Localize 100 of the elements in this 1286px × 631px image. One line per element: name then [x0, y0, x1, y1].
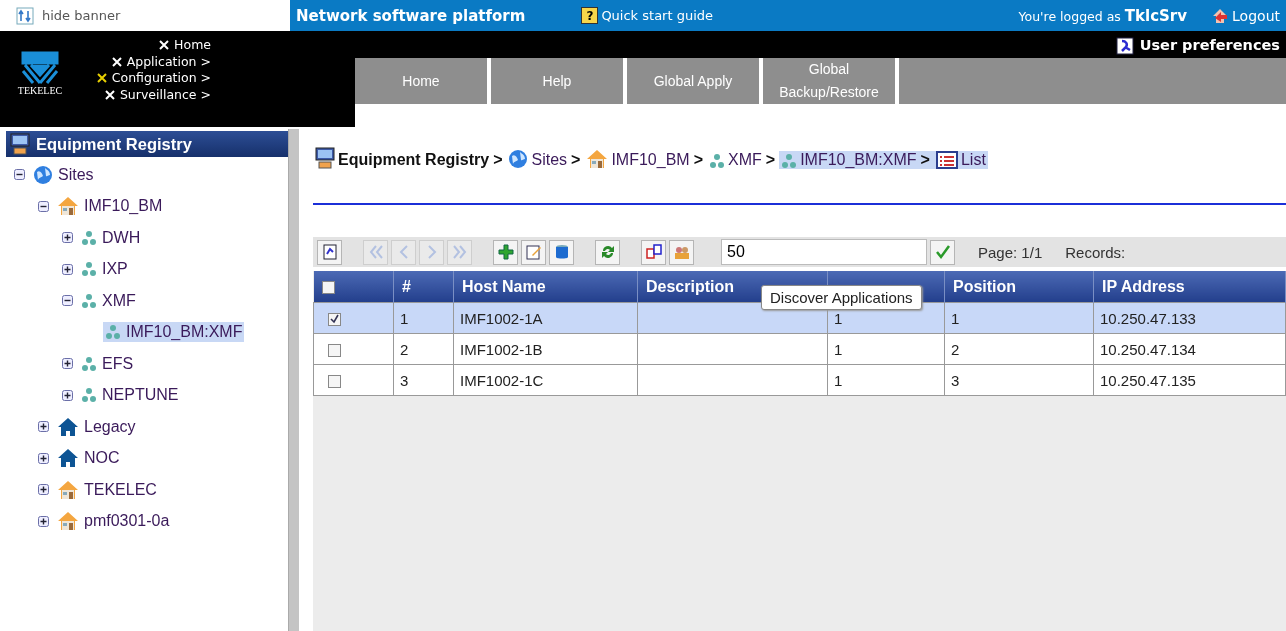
- quick-start-link[interactable]: ? Quick start guide: [581, 7, 714, 24]
- toolbar-button[interactable]: [521, 239, 546, 265]
- tree-item[interactable]: TEKELEC: [55, 478, 159, 501]
- preferences-icon: [1115, 34, 1134, 55]
- edit-icon: [525, 244, 542, 260]
- expand-icon[interactable]: [62, 263, 73, 275]
- apply-button[interactable]: [930, 239, 955, 265]
- banner-menu-item[interactable]: Configuration >: [96, 70, 211, 87]
- check-icon: [329, 314, 340, 326]
- house-icon: [57, 479, 79, 500]
- toolbar-button[interactable]: [669, 239, 694, 265]
- breadcrumb-item[interactable]: IMF10_BM:XMF: [779, 151, 919, 169]
- cluster-icon: [81, 387, 97, 404]
- hide-banner-link[interactable]: hide banner: [42, 8, 121, 23]
- tree-item[interactable]: EFS: [79, 353, 136, 374]
- refresh-icon: [599, 244, 616, 260]
- house-icon: [57, 511, 79, 532]
- expand-icon[interactable]: [38, 452, 49, 464]
- tree-item[interactable]: Legacy: [55, 415, 138, 438]
- toolbar-button[interactable]: [641, 239, 666, 265]
- house-icon: [57, 196, 79, 217]
- globe-icon: [33, 164, 53, 185]
- table-cell: 10.250.47.134: [1100, 340, 1196, 358]
- add-icon: [497, 244, 514, 260]
- table-cell: 1: [834, 340, 843, 358]
- collapse-icon[interactable]: [38, 200, 49, 212]
- checkbox[interactable]: [328, 344, 341, 358]
- collapse-icon[interactable]: [62, 295, 73, 307]
- last-page-icon: [451, 244, 468, 260]
- check-icon: [934, 244, 951, 260]
- breadcrumb-separator: >: [764, 151, 777, 169]
- first-page-icon: [367, 244, 384, 260]
- table-cell: 3: [400, 371, 409, 389]
- breadcrumb-separator: >: [692, 151, 704, 169]
- page-size-field[interactable]: 50: [721, 239, 927, 265]
- tree-item[interactable]: Sites: [31, 163, 96, 186]
- checkbox[interactable]: [328, 313, 341, 327]
- tree-item[interactable]: IXP: [79, 259, 130, 280]
- database-icon: [553, 244, 570, 260]
- toolbar-button[interactable]: [549, 239, 574, 265]
- table-cell: 2: [400, 340, 409, 358]
- banner-menu-item[interactable]: Home: [159, 37, 211, 54]
- logout-icon: [1211, 7, 1230, 24]
- logout-link[interactable]: Logout: [1211, 7, 1280, 24]
- checkbox[interactable]: [328, 375, 341, 389]
- cluster-icon: [81, 229, 97, 246]
- arrows-icon: [16, 6, 34, 25]
- people-icon: [673, 244, 690, 260]
- tree-item[interactable]: IMF10_BM:XMF: [103, 322, 245, 343]
- toolbar-button[interactable]: [493, 239, 518, 265]
- checkbox[interactable]: [321, 280, 335, 294]
- toolbar-button[interactable]: [317, 239, 342, 265]
- column-header[interactable]: #: [402, 277, 411, 295]
- expand-icon[interactable]: [38, 484, 49, 496]
- breadcrumb-item[interactable]: List: [933, 151, 988, 169]
- cluster-icon: [81, 355, 97, 372]
- table-cell: 1: [834, 309, 843, 327]
- house-icon: [586, 149, 609, 169]
- column-header[interactable]: Description: [646, 277, 734, 295]
- tree-item[interactable]: NOC: [55, 447, 122, 470]
- breadcrumb-item[interactable]: XMF: [707, 151, 764, 169]
- globe-icon: [508, 149, 529, 169]
- house-icon: [57, 448, 79, 469]
- toolbar-button[interactable]: [595, 239, 620, 265]
- cluster-icon: [81, 261, 97, 278]
- tooltip: Discover Applications: [761, 285, 922, 310]
- cluster-icon: [709, 153, 725, 169]
- breadcrumb-item[interactable]: Equipment Registry: [313, 147, 492, 169]
- logo-icon: [21, 51, 59, 85]
- expand-icon[interactable]: [38, 421, 49, 433]
- sidebar-title: Equipment Registry: [36, 134, 192, 154]
- table-cell: IMF1002-1C: [460, 371, 544, 389]
- table-cell: 2: [951, 340, 960, 358]
- table-cell: IMF1002-1B: [460, 340, 543, 358]
- table-cell: 1: [400, 309, 409, 327]
- expand-icon[interactable]: [38, 515, 49, 527]
- table-cell: 10.250.47.135: [1100, 371, 1196, 389]
- tree-item[interactable]: pmf0301-0a: [55, 510, 172, 533]
- table-cell: 3: [951, 371, 960, 389]
- tree-item[interactable]: IMF10_BM: [55, 195, 165, 218]
- expand-icon[interactable]: [62, 389, 73, 401]
- user-preferences-link[interactable]: User preferences: [1115, 34, 1280, 55]
- app-title: Network software platform: [296, 6, 526, 25]
- expand-icon[interactable]: [62, 358, 73, 370]
- table-cell: 1: [834, 371, 843, 389]
- tree-item[interactable]: NEPTUNE: [79, 385, 181, 406]
- table-cell: 1: [951, 309, 960, 327]
- tree-item[interactable]: XMF: [79, 290, 138, 311]
- breadcrumb-item[interactable]: Sites: [506, 149, 570, 169]
- breadcrumb-item[interactable]: IMF10_BM: [584, 149, 692, 169]
- banner-menu-item[interactable]: Surveillance >: [104, 86, 211, 103]
- collapse-icon[interactable]: [14, 169, 25, 181]
- scrollbar[interactable]: [288, 129, 299, 631]
- tree-item[interactable]: DWH: [79, 227, 143, 248]
- breadcrumb-separator: >: [492, 151, 504, 169]
- expand-icon[interactable]: [62, 232, 73, 244]
- cluster-icon: [105, 324, 121, 341]
- banner-menu-item[interactable]: Application >: [111, 53, 211, 70]
- page-indicator: Page: 1/1: [978, 243, 1043, 261]
- list-icon: [935, 151, 958, 169]
